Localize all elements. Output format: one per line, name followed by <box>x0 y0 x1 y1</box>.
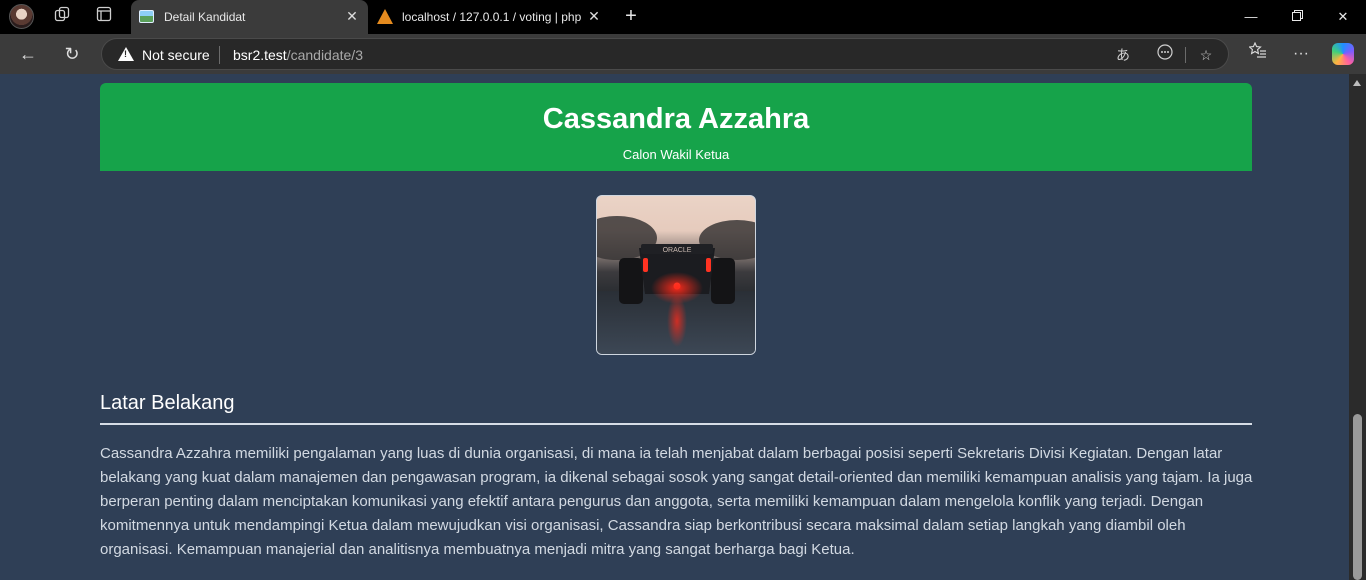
close-tab-icon[interactable]: ✕ <box>586 8 602 24</box>
close-tab-icon[interactable]: ✕ <box>344 8 360 24</box>
image-favicon-icon <box>139 10 154 23</box>
refresh-icon[interactable]: ↻ <box>60 42 84 66</box>
minimize-icon[interactable]: — <box>1240 6 1262 28</box>
candidate-photo: ORACLE <box>596 195 756 355</box>
candidate-header: Cassandra Azzahra Calon Wakil Ketua <box>100 83 1252 171</box>
profile-avatar[interactable] <box>9 4 34 29</box>
scrollbar-thumb[interactable] <box>1353 414 1362 580</box>
url-path: /candidate/3 <box>286 47 363 63</box>
tab-actions-icon[interactable] <box>93 6 115 28</box>
favorites-icon[interactable] <box>1246 41 1270 66</box>
tab-phpmyadmin[interactable]: localhost / 127.0.0.1 / voting | php ✕ <box>369 0 610 34</box>
scroll-up-icon[interactable] <box>1353 80 1361 86</box>
security-label[interactable]: Not secure <box>142 47 210 63</box>
restore-icon[interactable] <box>1286 6 1308 28</box>
more-tools-icon[interactable] <box>1154 44 1176 66</box>
phpmyadmin-favicon-icon <box>377 9 393 24</box>
svg-text:ORACLE: ORACLE <box>663 247 692 254</box>
workspaces-icon[interactable] <box>51 6 73 28</box>
new-tab-button[interactable]: + <box>620 6 642 28</box>
tab-title: Detail Kandidat <box>164 10 246 24</box>
browser-toolbar: ← ↻ ! Not secure bsr2.test/candidate/3 あ… <box>0 34 1366 74</box>
star-icon[interactable]: ☆ <box>1195 44 1217 66</box>
url-host: bsr2.test <box>233 47 287 63</box>
read-aloud-icon[interactable]: あ <box>1112 44 1134 66</box>
candidate-role: Calon Wakil Ketua <box>622 147 730 162</box>
section-divider <box>100 423 1252 425</box>
page-viewport: Cassandra Azzahra Calon Wakil Ketua ORAC… <box>0 74 1366 580</box>
copilot-icon[interactable] <box>1332 43 1354 65</box>
candidate-name: Cassandra Azzahra <box>542 103 810 135</box>
section-title: Latar Belakang <box>100 392 235 414</box>
close-window-icon[interactable]: ✕ <box>1332 6 1354 28</box>
tab-strip: Detail Kandidat ✕ localhost / 127.0.0.1 … <box>0 0 1366 34</box>
tab-title: localhost / 127.0.0.1 / voting | php <box>402 10 582 24</box>
back-arrow-icon[interactable]: ← <box>16 42 40 66</box>
more-menu-icon[interactable]: ··· <box>1289 42 1313 66</box>
candidate-bio: Cassandra Azzahra memiliki pengalaman ya… <box>100 445 1253 558</box>
tab-detail-kandidat[interactable]: Detail Kandidat ✕ <box>131 0 368 34</box>
address-bar[interactable]: ! Not secure bsr2.test/candidate/3 あ ☆ <box>101 38 1229 70</box>
url-text[interactable]: bsr2.test/candidate/3 <box>233 47 363 63</box>
